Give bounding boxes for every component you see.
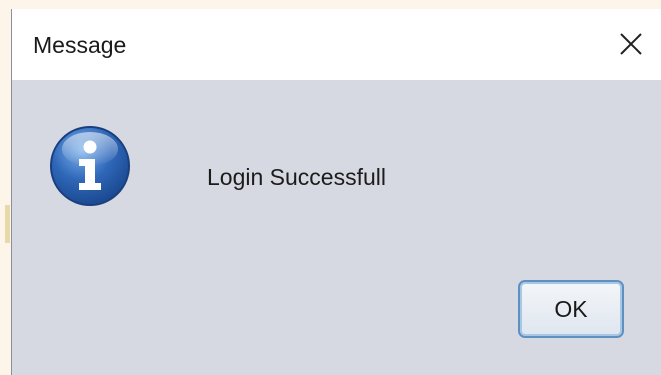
info-icon [50,126,130,206]
dialog-content: Login Successfull OK [12,80,661,375]
screen: Message Login Successfull OK [0,0,661,375]
message-text: Login Successfull [207,164,386,190]
ok-button[interactable]: OK [518,280,624,338]
dialog-title: Message [33,32,127,58]
close-icon [620,33,642,55]
background-edge [5,205,10,243]
dialog-titlebar[interactable]: Message [12,9,661,80]
close-button[interactable] [602,9,661,80]
message-dialog: Message Login Successfull OK [11,9,661,375]
